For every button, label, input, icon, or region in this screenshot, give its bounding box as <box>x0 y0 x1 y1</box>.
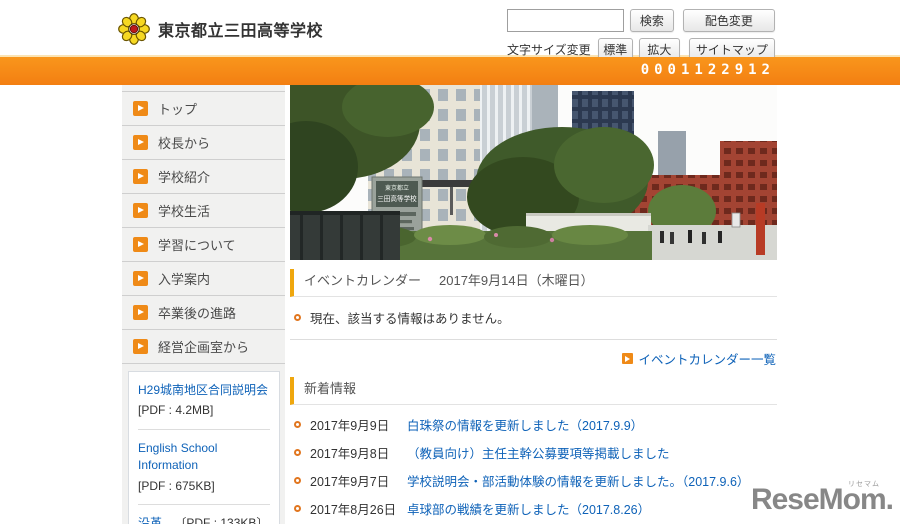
sidebar-item-management-office[interactable]: 経営企画室から <box>122 330 285 364</box>
event-calendar-title: イベントカレンダー 2017年9月14日（木曜日） <box>290 269 777 297</box>
menu-arrow-icon <box>133 305 148 320</box>
list-item: 2017年9月7日 学校説明会・部活動体験の情報を更新しました。（2017.9.… <box>290 466 777 494</box>
sidebar-item-school-intro[interactable]: 学校紹介 <box>122 160 285 194</box>
search-button[interactable]: 検索 <box>630 8 674 32</box>
sidebar-item-label: トップ <box>158 102 198 117</box>
bullet-ring-icon <box>294 314 301 321</box>
list-item: 沿革 〔PDF : 133KB〕 <box>138 505 270 524</box>
list-item: 2017年9月9日 白珠祭の情報を更新しました（2017.9.9） <box>290 410 777 438</box>
doc-link-english-info[interactable]: English School Information <box>138 441 217 472</box>
menu-arrow-icon <box>133 271 148 286</box>
news-link[interactable]: 卓球部の戦績を更新しました（2017.8.26） <box>407 499 650 518</box>
sidebar-item-school-life[interactable]: 学校生活 <box>122 194 285 228</box>
list-item: 2017年9月8日 （教員向け）主任主幹公募要項等掲載しました <box>290 438 777 466</box>
news-title-label: 新着情報 <box>304 381 357 396</box>
list-item: English School Information [PDF : 675KB] <box>138 430 270 505</box>
sidebar-item-principal[interactable]: 校長から <box>122 126 285 160</box>
school-emblem-icon <box>118 13 150 45</box>
resemom-ruby: リセマム <box>848 481 880 488</box>
event-calendar-title-label: イベントカレンダー <box>304 273 422 288</box>
sidebar-item-label: 学習について <box>158 238 236 253</box>
sidebar-item-career[interactable]: 卒業後の進路 <box>122 296 285 330</box>
menu-arrow-icon <box>133 101 148 116</box>
font-size-label: 文字サイズ変更 <box>507 42 591 57</box>
site-header: 東京都立三田高等学校 検索 配色変更 文字サイズ変更 標準 拡大 サイトマップ <box>0 0 900 61</box>
event-calendar-date: 2017年9月14日（木曜日） <box>439 273 594 288</box>
event-calendar-section: イベントカレンダー 2017年9月14日（木曜日） 現在、該当する情報はありませ… <box>290 269 777 368</box>
event-calendar-empty-row: 現在、該当する情報はありません。 <box>290 297 777 340</box>
sidebar-item-label: 経営企画室から <box>158 340 250 355</box>
menu-arrow-icon <box>133 169 148 184</box>
list-item: 2017年8月26日 卓球部の戦績を更新しました（2017.8.26） <box>290 494 777 522</box>
visitor-counter: 0001122912 <box>640 62 775 78</box>
sidebar-item-label: 卒業後の進路 <box>158 306 237 321</box>
sidebar-item-learning[interactable]: 学習について <box>122 228 285 262</box>
sidebar-item-label: 校長から <box>158 136 211 151</box>
news-link[interactable]: （教員向け）主任主幹公募要項等掲載しました <box>407 443 670 462</box>
news-title: 新着情報 <box>290 377 777 405</box>
sidebar-item-label: 入学案内 <box>158 272 211 287</box>
doc-size: [PDF : 675KB] <box>138 478 215 493</box>
sidebar: トップ 校長から 学校紹介 学校生活 学習について 入学案内 卒業後の進路 経営… <box>122 85 285 524</box>
campus-photo: 東京都立 三田高等学校 <box>290 85 777 260</box>
doc-link-enkaku[interactable]: 沿革 <box>138 516 162 524</box>
resemom-watermark: リセマム ReseMom. <box>751 481 894 515</box>
svg-text:三田高等学校: 三田高等学校 <box>377 194 417 203</box>
counter-bar: 0001122912 <box>0 57 900 85</box>
menu-arrow-icon <box>133 135 148 150</box>
document-links-box: H29城南地区合同説明会 [PDF : 4.2MB] English Schoo… <box>128 371 280 524</box>
list-item: H29城南地区合同説明会 [PDF : 4.2MB] <box>138 372 270 430</box>
news-date: 2017年8月26日 <box>310 502 397 517</box>
menu-sliver <box>122 85 285 92</box>
main-content: 東京都立 三田高等学校 イベントカレンダー 2017年9月14日（木曜日） 現在… <box>290 85 777 524</box>
bullet-ring-icon <box>294 448 301 456</box>
brand: 東京都立三田高等学校 <box>117 12 323 46</box>
bullet-ring-icon <box>294 504 301 512</box>
doc-size: 〔PDF : 133KB〕 <box>174 515 269 524</box>
event-calendar-list-link[interactable]: イベントカレンダー一覧 <box>638 349 776 368</box>
list-link-arrow-icon <box>622 353 634 364</box>
color-change-button[interactable]: 配色変更 <box>682 8 775 32</box>
news-link[interactable]: 学校説明会・部活動体験の情報を更新しました。（2017.9.6） <box>407 471 749 490</box>
event-calendar-list-link-row: イベントカレンダー一覧 <box>290 340 777 368</box>
menu-arrow-icon <box>133 339 148 354</box>
menu-arrow-icon <box>133 203 148 218</box>
news-date: 2017年9月8日 <box>310 446 390 461</box>
news-date: 2017年9月7日 <box>310 474 390 489</box>
doc-link-setsumeikai[interactable]: H29城南地区合同説明会 <box>138 383 268 397</box>
news-list: 2017年9月9日 白珠祭の情報を更新しました（2017.9.9） 2017年9… <box>290 405 777 524</box>
sidebar-item-label: 学校紹介 <box>158 170 211 185</box>
doc-size: [PDF : 4.2MB] <box>138 403 214 418</box>
search-input[interactable] <box>507 8 624 32</box>
menu-arrow-icon <box>133 237 148 252</box>
sidebar-item-admissions[interactable]: 入学案内 <box>122 262 285 296</box>
svg-text:東京都立: 東京都立 <box>385 184 409 192</box>
sidebar-item-top[interactable]: トップ <box>122 92 285 126</box>
bullet-ring-icon <box>294 476 301 484</box>
news-link[interactable]: 白珠祭の情報を更新しました（2017.9.9） <box>407 415 643 434</box>
page-title: 東京都立三田高等学校 <box>158 23 324 40</box>
news-section: 新着情報 2017年9月9日 白珠祭の情報を更新しました（2017.9.9） 2… <box>290 377 777 524</box>
event-calendar-empty-message: 現在、該当する情報はありません。 <box>310 312 510 326</box>
sidebar-item-label: 学校生活 <box>158 204 211 219</box>
bullet-ring-icon <box>294 420 301 428</box>
news-date: 2017年9月9日 <box>310 418 390 433</box>
